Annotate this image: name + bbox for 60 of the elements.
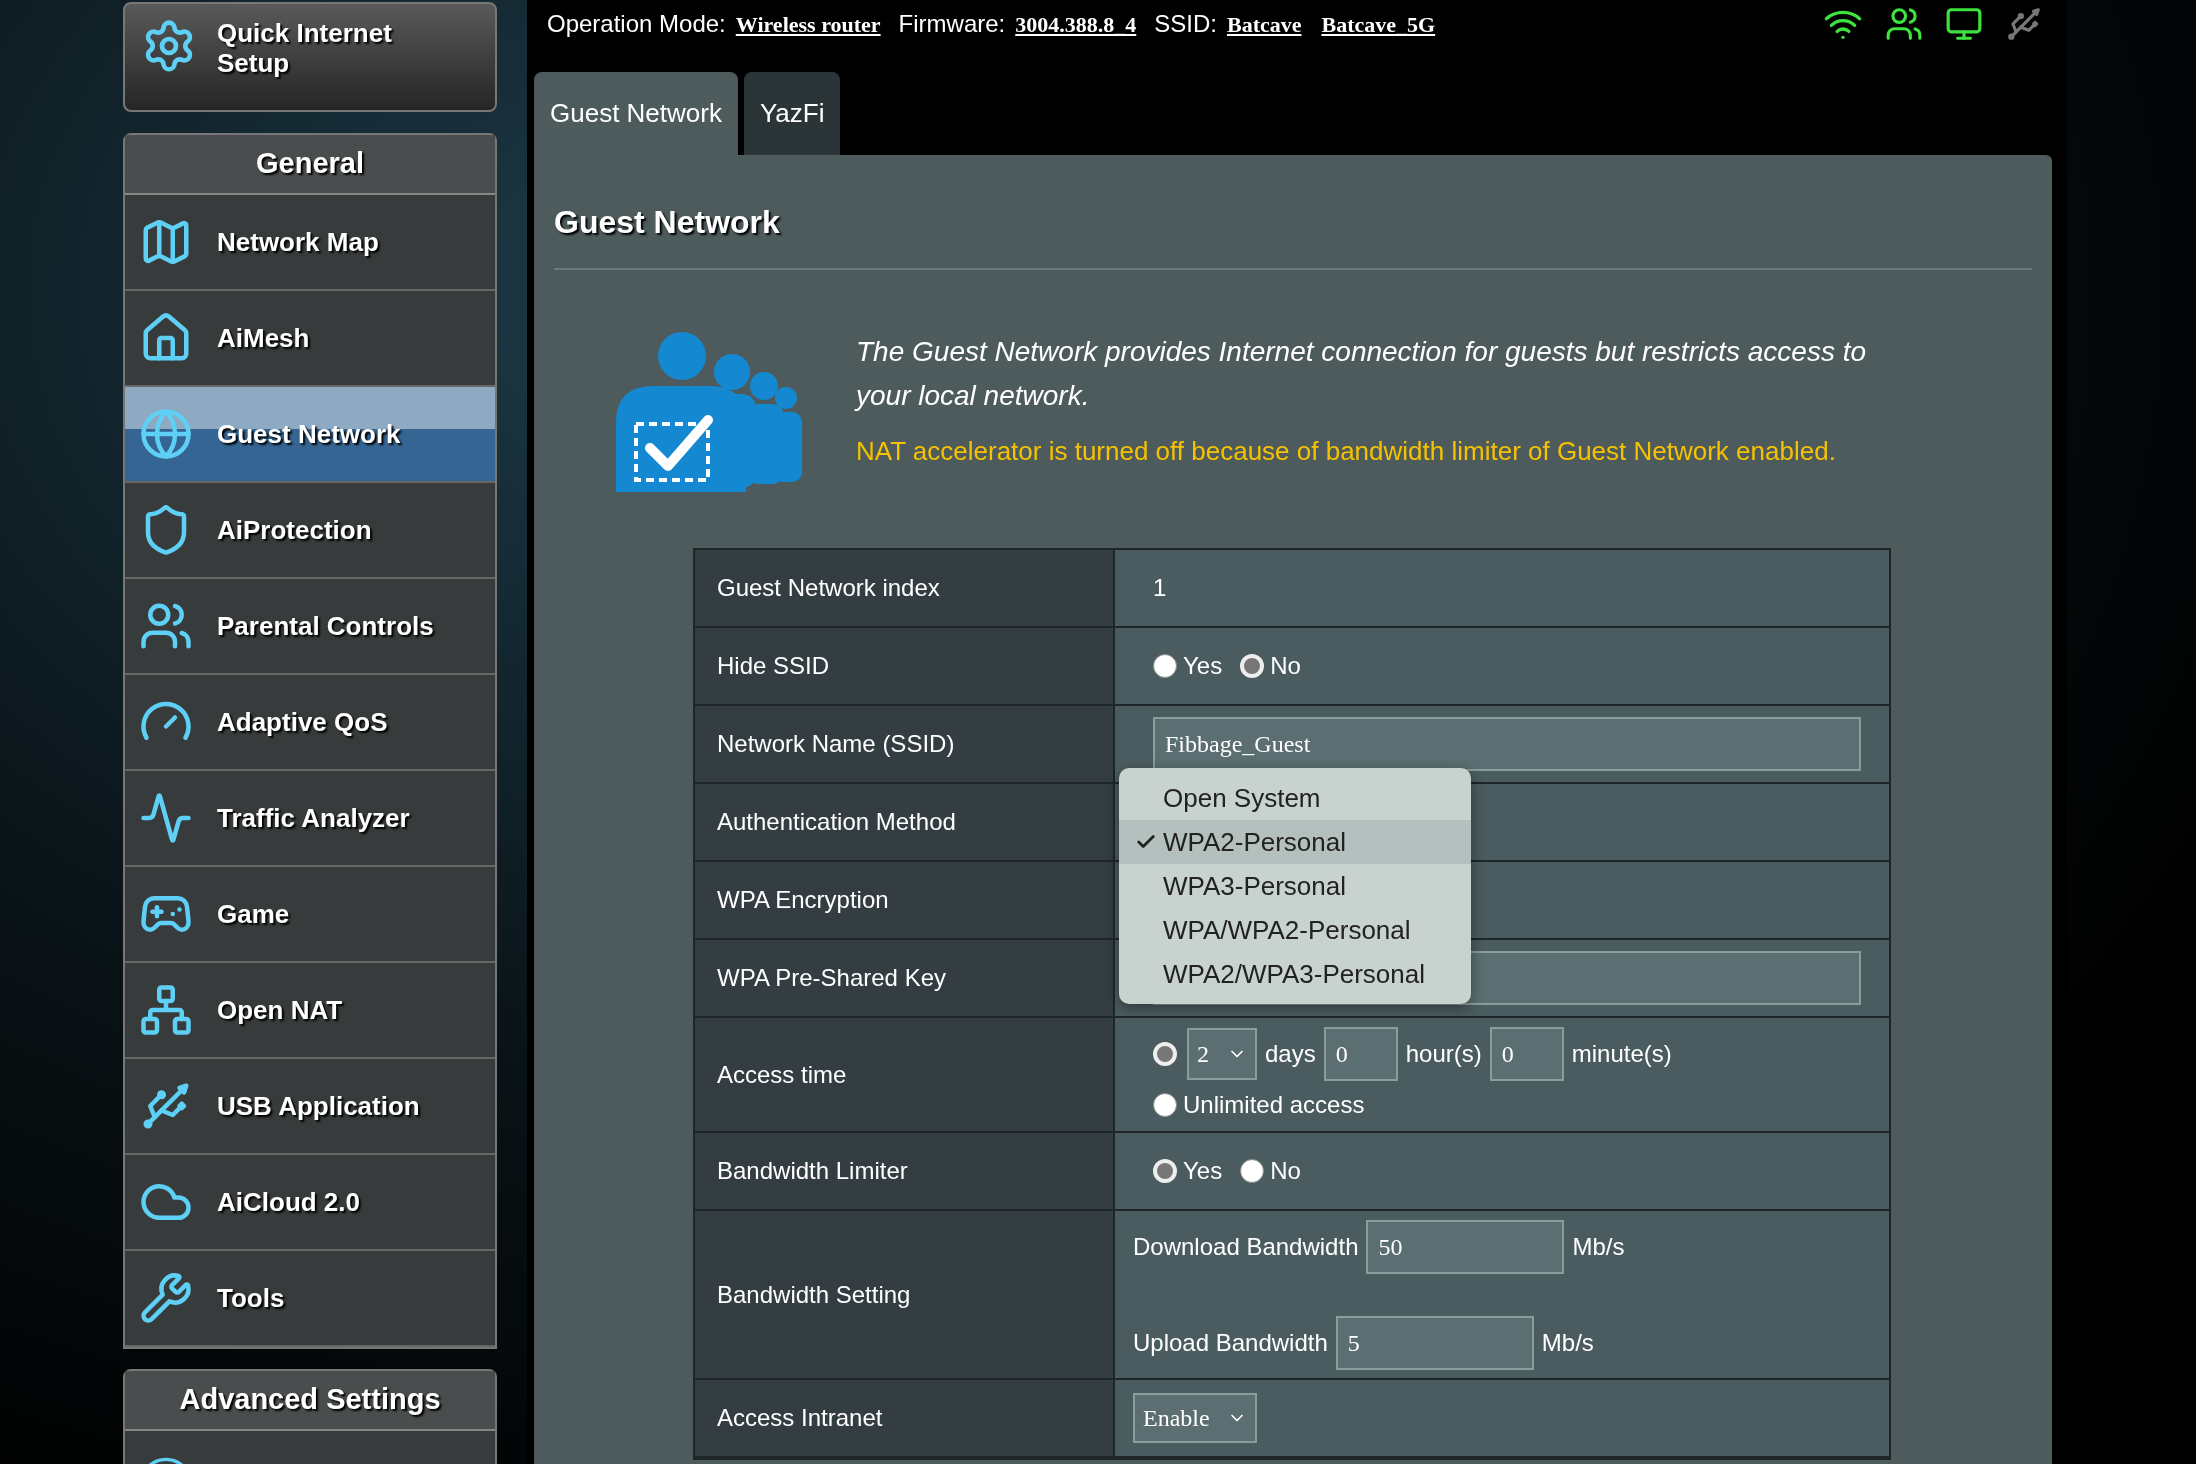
section-title: Advanced Settings xyxy=(179,1382,441,1418)
field-label: Upload Bandwidth xyxy=(1133,1327,1328,1358)
field-label: Network Name (SSID) xyxy=(717,729,955,759)
dropdown-option[interactable]: Open System xyxy=(1119,776,1471,820)
ssid-link[interactable]: Batcave_5G xyxy=(1321,7,1436,41)
mode-label: Operation Mode: xyxy=(547,9,726,39)
field-label: Hide SSID xyxy=(717,651,830,681)
wrench-icon xyxy=(139,1271,193,1325)
tab[interactable]: YazFi xyxy=(743,72,841,155)
radio-button[interactable] xyxy=(1153,1092,1177,1117)
field-label: Bandwidth Limiter xyxy=(717,1156,908,1186)
network-icon xyxy=(139,983,193,1037)
select-field[interactable]: Enable xyxy=(1133,1393,1257,1443)
field-label: WPA Encryption xyxy=(717,885,889,915)
monitor-icon[interactable] xyxy=(1945,5,1983,43)
radio-label: Unlimited access xyxy=(1183,1089,1365,1120)
unit-label: days xyxy=(1265,1038,1316,1069)
activity-icon xyxy=(139,791,193,845)
ssid-label: SSID: xyxy=(1154,9,1217,39)
radio-label: Yes xyxy=(1183,1156,1223,1186)
ssid-link[interactable]: Batcave xyxy=(1226,7,1302,41)
dropdown-option[interactable]: WPA/WPA2-Personal xyxy=(1119,908,1471,952)
unit-label: Mb/s xyxy=(1572,1231,1625,1262)
sidebar-item[interactable]: Guest Network xyxy=(125,387,495,483)
globe-icon xyxy=(139,407,193,461)
radio-label: No xyxy=(1270,1156,1301,1186)
firmware-label: Firmware: xyxy=(898,9,1006,39)
field-label: Guest Network index xyxy=(717,573,940,603)
field-label: Bandwidth Setting xyxy=(717,1279,911,1310)
field-label: WPA Pre-Shared Key xyxy=(717,963,946,993)
unit-label: hour(s) xyxy=(1405,1038,1482,1069)
field-label: Download Bandwidth xyxy=(1133,1231,1359,1262)
dropdown-option[interactable]: WPA2-Personal xyxy=(1119,820,1471,864)
radio-button[interactable] xyxy=(1240,1159,1265,1183)
field-label: Access time xyxy=(717,1059,847,1090)
users-icon[interactable] xyxy=(1885,5,1923,43)
section-title: General xyxy=(256,146,364,182)
field-label: Authentication Method xyxy=(717,807,956,837)
tab[interactable]: Guest Network xyxy=(534,72,738,155)
radio-button[interactable] xyxy=(1153,654,1177,678)
unit-label: Mb/s xyxy=(1541,1327,1594,1358)
dropdown-option[interactable]: WPA3-Personal xyxy=(1119,864,1471,908)
input-field[interactable]: 0 xyxy=(1489,1026,1564,1081)
input-field[interactable]: 5 xyxy=(1335,1315,1534,1370)
input-field[interactable]: 0 xyxy=(1323,1026,1398,1081)
days-select[interactable]: 2 xyxy=(1187,1027,1257,1080)
field-label: Access Intranet xyxy=(717,1403,883,1433)
mode-link[interactable]: Wireless router xyxy=(735,7,881,41)
description-text: The Guest Network provides Internet connection for guests but restricts access to your local network. xyxy=(856,335,1868,413)
notice-text: NAT accelerator is turned off because of bandwidth limiter of Guest Network enabled. xyxy=(856,435,1837,468)
radio-label: Yes xyxy=(1183,651,1223,681)
unit-label: minute(s) xyxy=(1571,1038,1672,1069)
input-field[interactable]: Fibbage_Guest xyxy=(1153,717,1861,771)
firmware-link[interactable]: 3004.388.8_4 xyxy=(1015,7,1137,41)
input-field[interactable]: 50 xyxy=(1366,1219,1565,1274)
field-value: 1 xyxy=(1153,573,1167,603)
panel-title: Guest Network xyxy=(554,203,780,242)
quick-setup-button[interactable]: Quick Internet Setup xyxy=(123,2,497,112)
usb-icon[interactable] xyxy=(2005,5,2043,43)
radio-label: No xyxy=(1270,651,1301,681)
